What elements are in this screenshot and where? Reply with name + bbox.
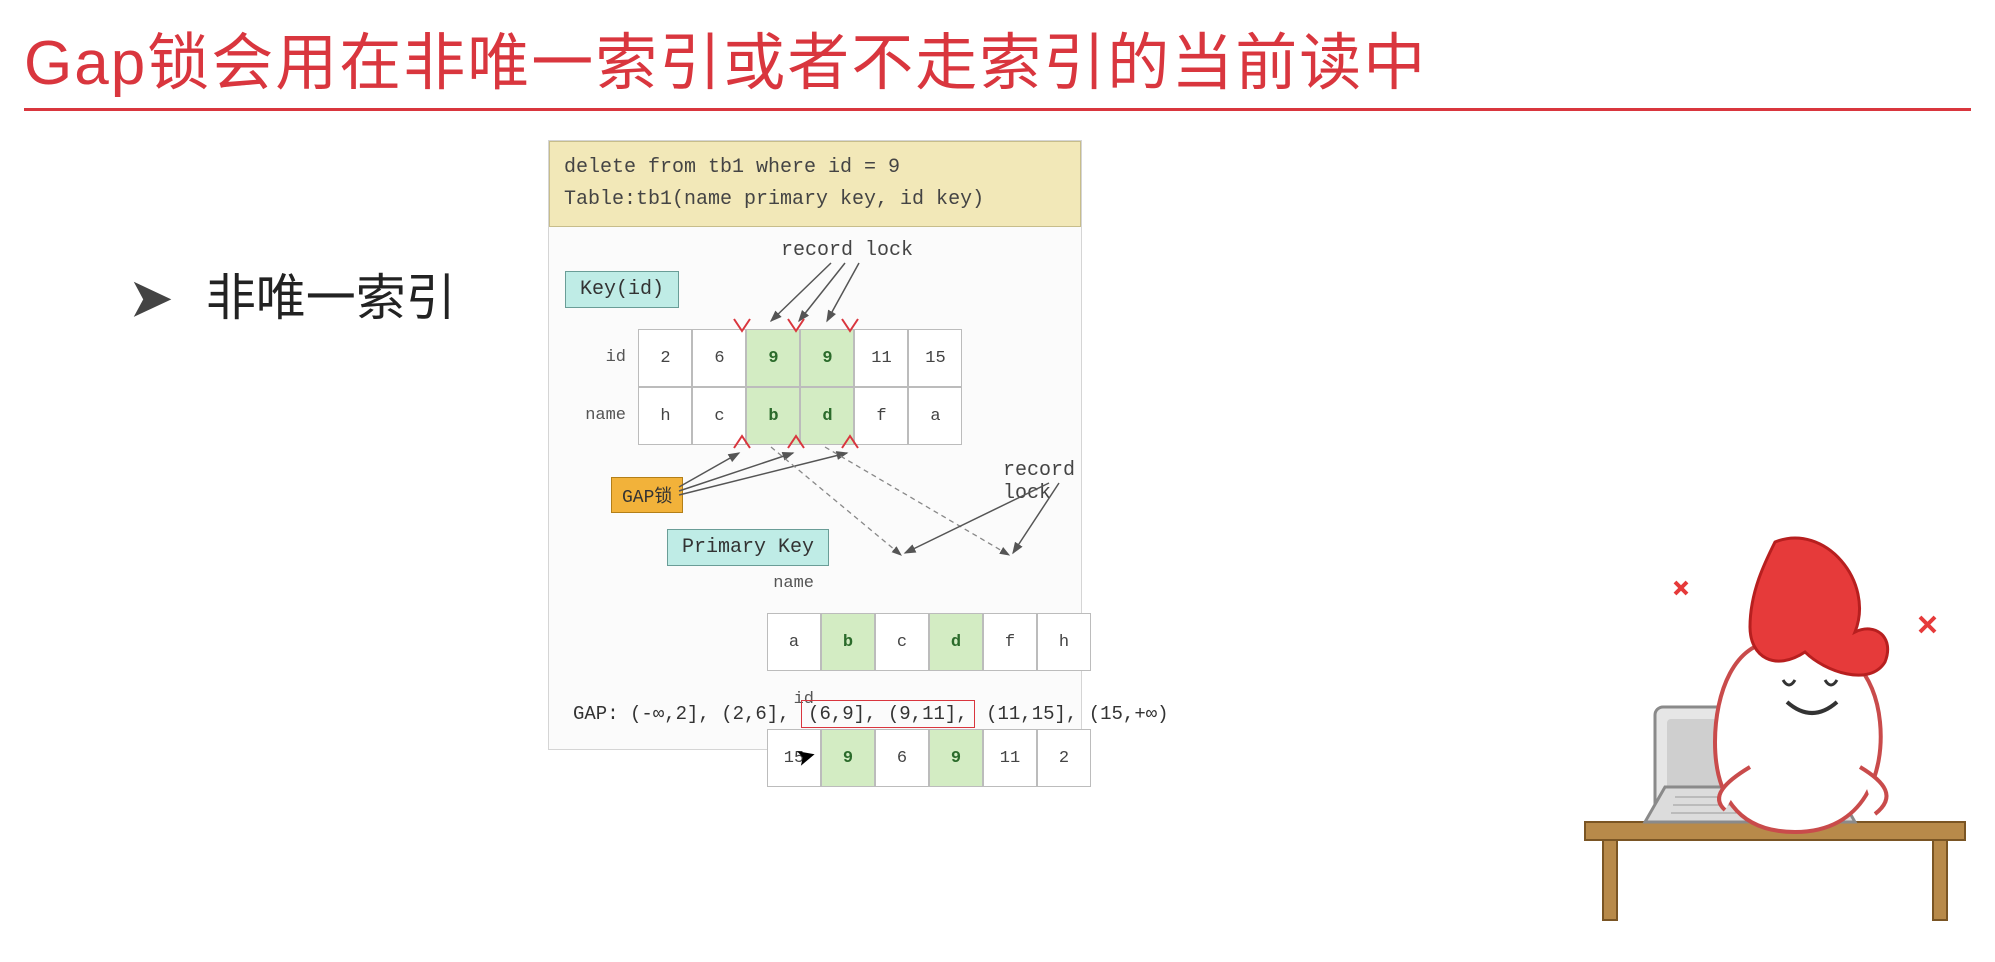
sql-line-1: delete from tb1 where id = 9: [564, 152, 1066, 184]
table-cell: d: [800, 387, 854, 445]
title-underline: [24, 108, 1971, 111]
record-lock-label-1: record lock: [781, 239, 913, 262]
table-cell: 9: [821, 729, 875, 787]
table-cell: d: [929, 613, 983, 671]
row-label-id: id: [579, 329, 634, 387]
sql-line-2: Table:tb1(name primary key, id key): [564, 184, 1066, 216]
row-label-name: name: [579, 387, 634, 445]
table-cell: h: [638, 387, 692, 445]
gap-lock-diagram: delete from tb1 where id = 9 Table:tb1(n…: [548, 140, 1082, 750]
table-cell: 11: [983, 729, 1037, 787]
gap-highlighted-intervals: (6,9], (9,11],: [801, 700, 975, 728]
table-cell: 6: [692, 329, 746, 387]
bullet-non-unique-index: ➤ 非唯一索引: [130, 258, 456, 330]
table-cell: a: [767, 613, 821, 671]
table-cell: c: [692, 387, 746, 445]
gap-pre: (-∞,2], (2,6],: [630, 703, 801, 725]
table-cell: f: [983, 613, 1037, 671]
gap-lock-label: GAP锁: [611, 477, 683, 513]
table-cell: 15: [908, 329, 962, 387]
table-cell: 2: [638, 329, 692, 387]
row-label-name-2: name: [767, 555, 822, 613]
table-cell: a: [908, 387, 962, 445]
table-cell: h: [1037, 613, 1091, 671]
mascot-illustration: [1525, 522, 1985, 922]
gap-post: (11,15], (15,+∞): [986, 703, 1168, 725]
table-cell: 6: [875, 729, 929, 787]
gap-intervals-line: GAP: (-∞,2], (2,6], (6,9], (9,11], (11,1…: [573, 703, 1169, 725]
table-cell: b: [821, 613, 875, 671]
table-cell: b: [746, 387, 800, 445]
table-cell: 9: [929, 729, 983, 787]
bullet-arrow-icon: ➤: [130, 270, 172, 326]
secondary-index-table: id 26991115 name hcbdfa: [579, 329, 962, 445]
table-cell: 2: [1037, 729, 1091, 787]
table-cell: 11: [854, 329, 908, 387]
table-cell: 9: [746, 329, 800, 387]
gap-prefix: GAP:: [573, 703, 619, 725]
sql-box: delete from tb1 where id = 9 Table:tb1(n…: [549, 141, 1081, 227]
bullet-text: 非唯一索引: [206, 270, 456, 326]
table-cell: f: [854, 387, 908, 445]
table-cell: c: [875, 613, 929, 671]
record-lock-label-2: record lock: [1003, 459, 1081, 505]
table-cell: 9: [800, 329, 854, 387]
primary-key-table: name abcdfh id 15969112: [767, 555, 1091, 787]
page-title: Gap锁会用在非唯一索引或者不走索引的当前读中: [0, 0, 1995, 102]
key-id-label: Key(id): [565, 271, 679, 308]
